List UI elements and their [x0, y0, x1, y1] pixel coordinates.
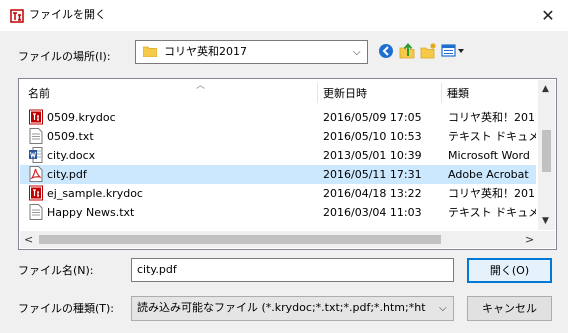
- file-name: city.pdf: [47, 168, 87, 181]
- krydoc-icon: [29, 109, 43, 125]
- file-name: Happy News.txt: [47, 206, 135, 219]
- window-title: ファイルを開く: [29, 8, 106, 21]
- filename-value: city.pdf: [137, 263, 177, 276]
- file-row-selected[interactable]: city.pdf 2016/05/11 17:31 Adobe Acrobat: [20, 165, 536, 184]
- file-date: 2016/03/04 11:03: [323, 206, 422, 219]
- location-dropdown[interactable]: コリヤ英和2017 ⌵: [135, 40, 368, 64]
- file-type: コリヤ英和！2017: [448, 187, 536, 200]
- chevron-down-icon: ⌵: [353, 47, 361, 58]
- text-file-icon: [29, 204, 43, 220]
- filetype-dropdown[interactable]: 読み込み可能なファイル (*.krydoc;*.txt;*.pdf;*.htm;…: [131, 296, 454, 321]
- column-header-name[interactable]: 名前: [28, 87, 50, 101]
- location-value: コリヤ英和2017: [164, 45, 247, 58]
- sort-ascending-icon: ︿: [196, 81, 206, 91]
- file-list[interactable]: ︿ 名前 更新日時 種類 0509.krydoc 2016/05/09 17:0…: [18, 78, 557, 250]
- up-folder-icon[interactable]: [398, 42, 416, 60]
- column-header-type[interactable]: 種類: [447, 87, 469, 101]
- view-menu-icon[interactable]: [441, 42, 465, 60]
- scroll-left-icon[interactable]: <: [24, 233, 33, 246]
- file-name: 0509.txt: [47, 130, 94, 143]
- text-file-icon: [29, 128, 43, 144]
- file-date: 2016/04/18 13:22: [323, 187, 422, 200]
- scroll-down-icon[interactable]: ▼: [542, 216, 549, 226]
- vertical-scrollbar[interactable]: ▲ ▼: [538, 80, 555, 230]
- file-date: 2016/05/11 17:31: [323, 168, 422, 181]
- horizontal-scrollbar[interactable]: < >: [20, 231, 538, 248]
- scroll-right-icon[interactable]: >: [525, 233, 534, 246]
- column-divider[interactable]: [317, 83, 318, 103]
- column-header-date[interactable]: 更新日時: [323, 87, 367, 101]
- filename-label: ファイル名(N):: [18, 264, 94, 277]
- chevron-down-icon: ⌵: [439, 303, 447, 314]
- close-button[interactable]: ✕: [536, 5, 560, 27]
- open-button[interactable]: 開く(O): [467, 258, 552, 283]
- file-date: 2016/05/09 17:05: [323, 111, 422, 124]
- file-row[interactable]: 0509.txt 2016/05/10 10:53 テキスト ドキュメント: [20, 127, 536, 146]
- krydoc-icon: [29, 185, 43, 201]
- scroll-up-icon[interactable]: ▲: [542, 84, 549, 94]
- file-name: city.docx: [47, 149, 96, 162]
- file-type: コリヤ英和！2017: [448, 111, 536, 124]
- file-type: テキスト ドキュメント: [448, 206, 536, 219]
- file-type: テキスト ドキュメント: [448, 130, 536, 143]
- file-name: ej_sample.krydoc: [47, 187, 143, 200]
- filetype-value: 読み込み可能なファイル (*.krydoc;*.txt;*.pdf;*.htm;…: [137, 301, 426, 314]
- file-date: 2016/05/10 10:53: [323, 130, 422, 143]
- file-row[interactable]: ej_sample.krydoc 2016/04/18 13:22 コリヤ英和！…: [20, 184, 536, 203]
- back-icon[interactable]: [377, 42, 395, 60]
- file-row[interactable]: Happy News.txt 2016/03/04 11:03 テキスト ドキュ…: [20, 203, 536, 222]
- word-doc-icon: [29, 147, 43, 163]
- folder-icon: [142, 46, 158, 58]
- file-date: 2013/05/01 10:39: [323, 149, 422, 162]
- cancel-button[interactable]: キャンセル: [467, 296, 552, 321]
- new-folder-icon[interactable]: [419, 42, 437, 60]
- scrollbar-thumb[interactable]: [39, 235, 441, 244]
- file-type: Adobe Acrobat: [448, 168, 529, 181]
- file-row[interactable]: city.docx 2013/05/01 10:39 Microsoft Wor…: [20, 146, 536, 165]
- scrollbar-thumb[interactable]: [542, 130, 551, 172]
- file-row[interactable]: 0509.krydoc 2016/05/09 17:05 コリヤ英和！2017: [20, 108, 536, 127]
- column-divider[interactable]: [441, 83, 442, 103]
- app-icon: [10, 9, 24, 23]
- filename-input[interactable]: city.pdf: [131, 258, 454, 282]
- pdf-icon: [29, 166, 43, 182]
- title-bar: ファイルを開く ✕: [0, 0, 568, 31]
- scrollbar-corner: [538, 231, 555, 248]
- filetype-label: ファイルの種類(T):: [18, 302, 115, 315]
- file-name: 0509.krydoc: [47, 111, 116, 124]
- file-type: Microsoft Word: [448, 149, 530, 162]
- location-label: ファイルの場所(I):: [18, 50, 111, 63]
